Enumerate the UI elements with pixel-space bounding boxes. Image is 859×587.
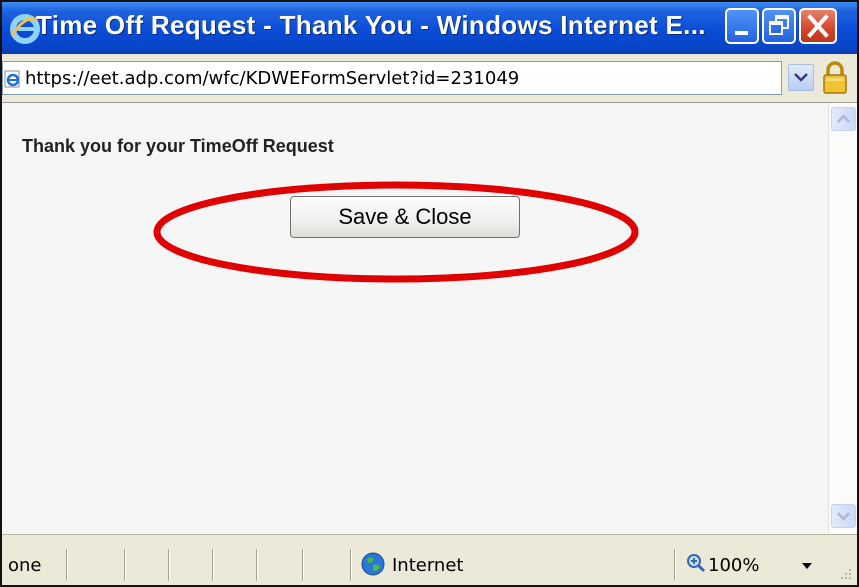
chevron-down-icon [794,73,808,82]
close-icon [807,14,829,38]
lock-icon[interactable] [820,60,850,96]
address-url: https://eet.adp.com/wfc/KDWEFormServlet?… [25,68,520,89]
zoom-level[interactable]: 100% [708,555,759,576]
status-divider [256,549,257,581]
status-divider [350,549,351,581]
browser-window: Time Off Request - Thank You - Windows I… [0,0,859,587]
status-divider [302,549,303,581]
address-bar: https://eet.adp.com/wfc/KDWEFormServlet?… [2,54,857,103]
thank-you-message: Thank you for your TimeOff Request [22,136,334,156]
vertical-scrollbar[interactable] [828,103,857,534]
close-button[interactable] [799,8,837,44]
minimize-icon [735,31,748,35]
scroll-down-button[interactable] [831,504,856,528]
status-text: one [8,555,42,576]
status-bar: one Internet 100% [2,534,857,585]
page-content: Thank you for your TimeOff Request Save … [2,103,828,534]
address-input[interactable]: https://eet.adp.com/wfc/KDWEFormServlet?… [2,61,782,95]
address-dropdown-button[interactable] [788,64,814,91]
status-divider [124,549,125,581]
zoom-icon[interactable] [686,553,706,573]
title-bar[interactable]: Time Off Request - Thank You - Windows I… [2,2,857,54]
restore-icon [769,15,789,35]
scroll-up-button[interactable] [831,107,856,131]
resize-grip-icon[interactable] [832,565,854,585]
restore-button[interactable] [762,8,796,44]
zoom-dropdown-icon[interactable] [802,563,812,571]
ie-page-icon [4,70,20,88]
minimize-button[interactable] [725,8,759,44]
chevron-down-icon [837,512,850,521]
status-divider [674,549,675,581]
status-divider [66,549,67,581]
internet-globe-icon [361,552,385,576]
security-zone: Internet [392,555,464,576]
window-title: Time Off Request - Thank You - Windows I… [36,10,706,40]
chevron-up-icon [837,114,850,123]
status-divider [168,549,169,581]
save-close-button[interactable]: Save & Close [290,196,520,238]
status-divider [212,549,213,581]
